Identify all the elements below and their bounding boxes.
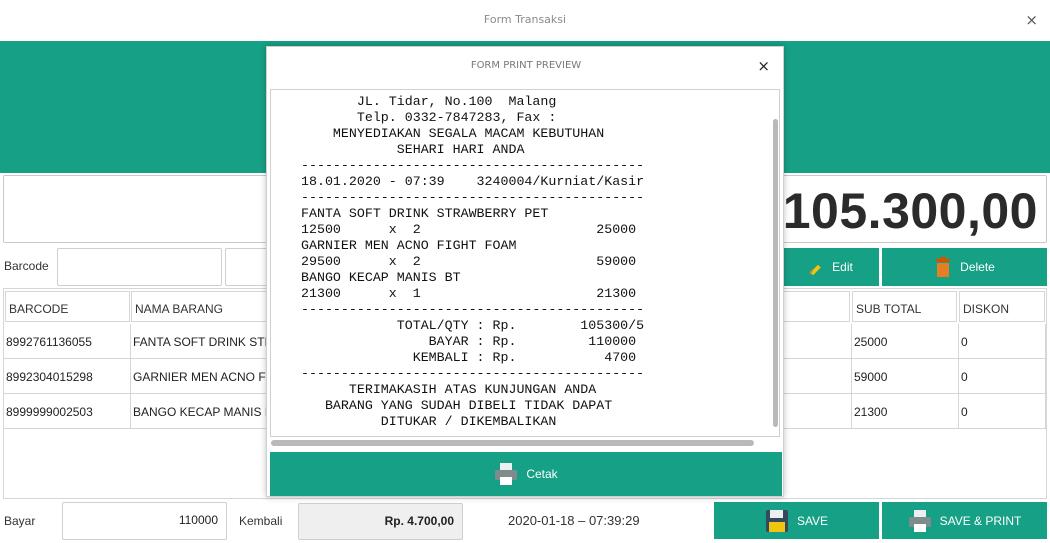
receipt-line: SEHARI HARI ANDA [301, 142, 525, 157]
receipt-line: BARANG YANG SUDAH DIBELI TIDAK DAPAT [301, 398, 613, 413]
bayar-input[interactable]: 110000 [62, 502, 227, 540]
table-cell-barcode[interactable]: 8999999002503 [4, 394, 131, 429]
trash-icon [936, 257, 951, 277]
window-titlebar: Form Transaksi × [0, 0, 1050, 41]
save-print-button[interactable]: SAVE & PRINT [882, 502, 1047, 539]
receipt-line: 29500 x 2 59000 [301, 254, 637, 269]
receipt-text: JL. Tidar, No.100 Malang Telp. 0332-7847… [301, 94, 644, 430]
table-cell-hidden[interactable] [784, 394, 852, 429]
cetak-button-label: Cetak [526, 467, 558, 481]
table-cell-diskon[interactable]: 0 [959, 394, 1046, 429]
edit-button-label: Edit [832, 260, 853, 274]
table-cell-subtotal[interactable]: 59000 [852, 359, 959, 394]
table-cell-barcode[interactable]: 8992761136055 [4, 324, 131, 359]
receipt-line: BAYAR : Rp. 110000 [301, 334, 637, 349]
receipt-line: Telp. 0332-7847283, Fax : [301, 110, 557, 125]
transaction-datetime: 2020-01-18 – 07:39:29 [508, 513, 640, 528]
print-preview-dialog: FORM PRINT PREVIEW × JL. Tidar, No.100 M… [266, 46, 784, 497]
pencil-icon [809, 264, 821, 275]
horizontal-scrollbar[interactable] [271, 440, 754, 446]
delete-button-label: Delete [960, 260, 995, 274]
delete-button[interactable]: Delete [882, 248, 1047, 286]
window-title: Form Transaksi [483, 13, 567, 26]
receipt-line: DITUKAR / DIKEMBALIKAN [301, 414, 557, 429]
edit-button[interactable]: Edit [782, 248, 879, 286]
grand-total-amount: 105.300,00 [782, 183, 1038, 239]
table-cell-diskon[interactable]: 0 [959, 324, 1046, 359]
receipt-line: FANTA SOFT DRINK STRAWBERRY PET [301, 206, 549, 221]
dialog-close-icon[interactable]: × [757, 57, 770, 75]
printer-icon [495, 463, 518, 485]
table-cell-nama[interactable]: GARNIER MEN ACNO FIGHT FOAM [131, 359, 271, 394]
table-cell-nama[interactable]: BANGO KECAP MANIS BT [131, 394, 271, 429]
save-button-label: SAVE [796, 513, 829, 528]
vertical-scrollbar[interactable] [773, 119, 778, 427]
receipt-line: KEMBALI : Rp. 4700 [301, 350, 637, 365]
table-cell-hidden[interactable] [784, 359, 852, 394]
barcode-label: Barcode [4, 259, 49, 273]
column-header-barcode[interactable]: BARCODE [5, 291, 130, 322]
receipt-line: 21300 x 1 21300 [301, 286, 637, 301]
column-header-diskon[interactable]: DISKON [959, 291, 1045, 322]
cetak-button[interactable]: Cetak [270, 452, 782, 496]
receipt-line: ----------------------------------------… [301, 158, 645, 173]
receipt-line: JL. Tidar, No.100 Malang [301, 94, 557, 109]
table-cell-diskon[interactable]: 0 [959, 359, 1046, 394]
save-button[interactable]: SAVE [714, 502, 879, 539]
bayar-label: Bayar [4, 514, 36, 528]
table-cell-subtotal[interactable]: 21300 [852, 394, 959, 429]
receipt-line: MENYEDIAKAN SEGALA MACAM KEBUTUHAN [301, 126, 605, 141]
floppy-disk-icon [765, 509, 788, 532]
table-cell-nama[interactable]: FANTA SOFT DRINK STRAWBERRY PET [131, 324, 271, 359]
receipt-line: GARNIER MEN ACNO FIGHT FOAM [301, 238, 517, 253]
column-header-hidden[interactable] [773, 291, 850, 322]
save-print-button-label: SAVE & PRINT [939, 513, 1022, 528]
column-header-sub-total[interactable]: SUB TOTAL [852, 291, 957, 322]
receipt-line: 12500 x 2 25000 [301, 222, 637, 237]
kembali-field: Rp. 4.700,00 [298, 503, 463, 540]
barcode-input[interactable] [57, 248, 222, 286]
table-cell-barcode[interactable]: 8992304015298 [4, 359, 131, 394]
receipt-line: 18.01.2020 - 07:39 3240004/Kurniat/Kasir [301, 174, 645, 189]
dialog-title: FORM PRINT PREVIEW [470, 60, 582, 71]
kembali-label: Kembali [239, 514, 283, 528]
column-header-nama-barang[interactable]: NAMA BARANG [131, 291, 281, 322]
printer-icon [908, 509, 931, 532]
table-cell-hidden[interactable] [784, 324, 852, 359]
receipt-line: TERIMAKASIH ATAS KUNJUNGAN ANDA [301, 382, 597, 397]
receipt-line: ----------------------------------------… [301, 366, 645, 381]
receipt-line: TOTAL/QTY : Rp. 105300/5 [301, 318, 645, 333]
receipt-line: BANGO KECAP MANIS BT [301, 270, 461, 285]
receipt-preview: JL. Tidar, No.100 Malang Telp. 0332-7847… [270, 89, 780, 437]
receipt-line: ----------------------------------------… [301, 302, 645, 317]
receipt-line: ----------------------------------------… [301, 190, 645, 205]
close-icon[interactable]: × [1025, 11, 1038, 29]
table-cell-subtotal[interactable]: 25000 [852, 324, 959, 359]
